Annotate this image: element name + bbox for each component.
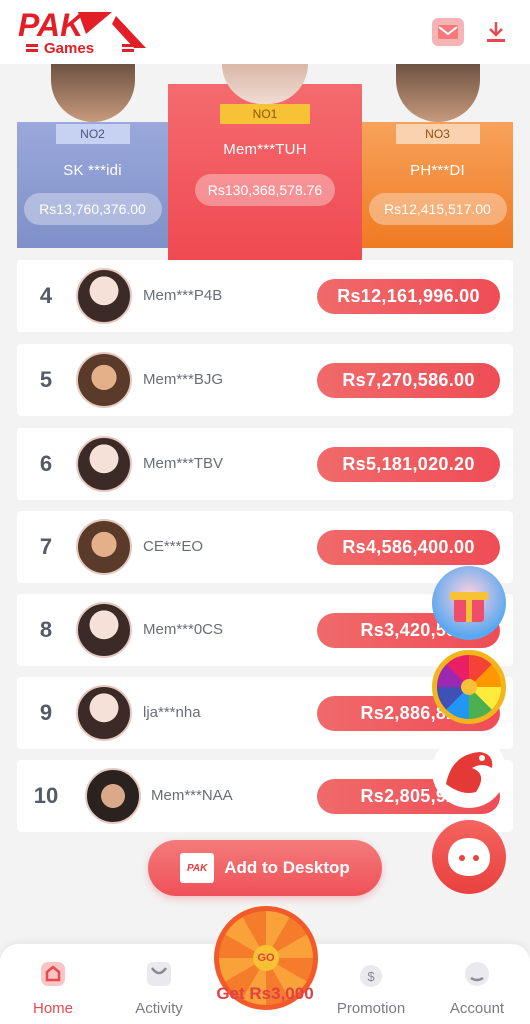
avatar bbox=[85, 768, 141, 824]
list-item[interactable]: 5 Mem***BJG Rs7,270,586.00 bbox=[17, 344, 513, 416]
avatar bbox=[76, 352, 132, 408]
player-name: Mem***P4B bbox=[143, 287, 223, 304]
rank-badge: NO1 bbox=[220, 104, 310, 124]
avatar bbox=[76, 519, 132, 575]
tab-label: Account bbox=[449, 1000, 505, 1017]
promotion-icon: $ bbox=[360, 965, 382, 987]
podium-no3[interactable]: NO3 PH***DI Rs12,415,517.00 bbox=[362, 62, 513, 248]
player-amount: Rs13,760,376.00 bbox=[23, 193, 162, 225]
customer-service-button[interactable] bbox=[432, 820, 506, 894]
player-amount: Rs5,181,020.20 bbox=[317, 447, 500, 482]
podium-no2[interactable]: NO2 SK ***idi Rs13,760,376.00 bbox=[17, 62, 168, 248]
logo-text-top: PAK bbox=[18, 7, 86, 43]
player-name: SK ***idi bbox=[63, 162, 122, 179]
account-icon bbox=[465, 962, 489, 986]
gift-icon bbox=[450, 592, 488, 622]
avatar bbox=[76, 436, 132, 492]
download-icon bbox=[487, 22, 505, 42]
avatar bbox=[396, 62, 480, 122]
avatar bbox=[76, 685, 132, 741]
rank-number: 8 bbox=[39, 617, 53, 642]
player-name: CE***EO bbox=[143, 538, 204, 555]
activity-icon bbox=[147, 962, 171, 986]
tab-label: Home bbox=[32, 1000, 73, 1017]
avatar bbox=[222, 64, 308, 104]
player-name: Mem***0CS bbox=[143, 621, 224, 638]
dragon-button[interactable] bbox=[432, 734, 506, 808]
mail-button[interactable] bbox=[432, 18, 464, 46]
player-amount: Rs12,415,517.00 bbox=[368, 193, 507, 225]
rank-number: 7 bbox=[39, 534, 53, 559]
player-name: Mem***TUH bbox=[223, 141, 307, 158]
avatar bbox=[76, 602, 132, 658]
list-item[interactable]: 6 Mem***TBV Rs5,181,020.20 bbox=[17, 428, 513, 500]
tab-activity[interactable]: Activity bbox=[114, 958, 204, 1017]
list-item[interactable]: 4 Mem***P4B Rs12,161,996.00 bbox=[17, 260, 513, 332]
avatar bbox=[51, 62, 135, 122]
wheel-icon bbox=[461, 679, 477, 695]
gift-button[interactable] bbox=[432, 566, 506, 640]
home-icon bbox=[41, 962, 65, 986]
chat-icon bbox=[448, 838, 490, 876]
logo-text-bottom: Games bbox=[44, 40, 94, 57]
pak-mini-logo: PAK bbox=[180, 853, 215, 883]
rank-badge: NO3 bbox=[395, 124, 480, 144]
avatar bbox=[76, 268, 132, 324]
top-three-podium: NO2 SK ***idi Rs13,760,376.00 NO1 Mem***… bbox=[0, 62, 530, 264]
player-name: PH***DI bbox=[410, 162, 465, 179]
tab-promotion[interactable]: $ Promotion bbox=[326, 958, 416, 1017]
rank-number: 6 bbox=[39, 451, 53, 476]
tab-home[interactable]: Home bbox=[8, 958, 98, 1017]
rank-badge: NO2 bbox=[55, 124, 130, 144]
player-amount: Rs130,368,578.76 bbox=[195, 174, 335, 206]
add-to-desktop-label: Add to Desktop bbox=[224, 858, 350, 877]
player-name: Mem***BJG bbox=[143, 371, 224, 388]
tab-label: Activity bbox=[135, 1000, 183, 1017]
add-to-desktop-button[interactable]: PAK Add to Desktop bbox=[148, 840, 382, 896]
rank-number: 10 bbox=[33, 783, 59, 808]
download-button[interactable] bbox=[480, 18, 512, 46]
lucky-wheel-button[interactable] bbox=[432, 650, 506, 724]
player-name: Mem***TBV bbox=[143, 455, 224, 472]
wheel-center: GO bbox=[253, 945, 279, 971]
player-amount: Rs12,161,996.00 bbox=[317, 279, 500, 314]
header: PAK Games bbox=[0, 0, 530, 64]
dragon-icon bbox=[446, 752, 493, 793]
rank-number: 5 bbox=[39, 367, 53, 392]
rank-number: 9 bbox=[39, 700, 53, 725]
podium-no1[interactable]: NO1 Mem***TUH Rs130,368,578.76 bbox=[168, 64, 362, 260]
player-name: lja***nha bbox=[143, 704, 201, 721]
get-bonus-label[interactable]: Get Rs3,000 bbox=[200, 984, 330, 1004]
rank-number: 4 bbox=[39, 283, 53, 308]
pak-games-logo[interactable]: PAK Games bbox=[16, 6, 156, 58]
player-amount: Rs7,270,586.00 bbox=[317, 363, 500, 398]
svg-text:$: $ bbox=[367, 969, 375, 984]
tab-label: Promotion bbox=[336, 1000, 406, 1017]
tab-account[interactable]: Account bbox=[432, 958, 522, 1017]
player-name: Mem***NAA bbox=[151, 787, 233, 804]
player-amount: Rs4,586,400.00 bbox=[317, 530, 500, 565]
mail-icon bbox=[438, 25, 458, 39]
